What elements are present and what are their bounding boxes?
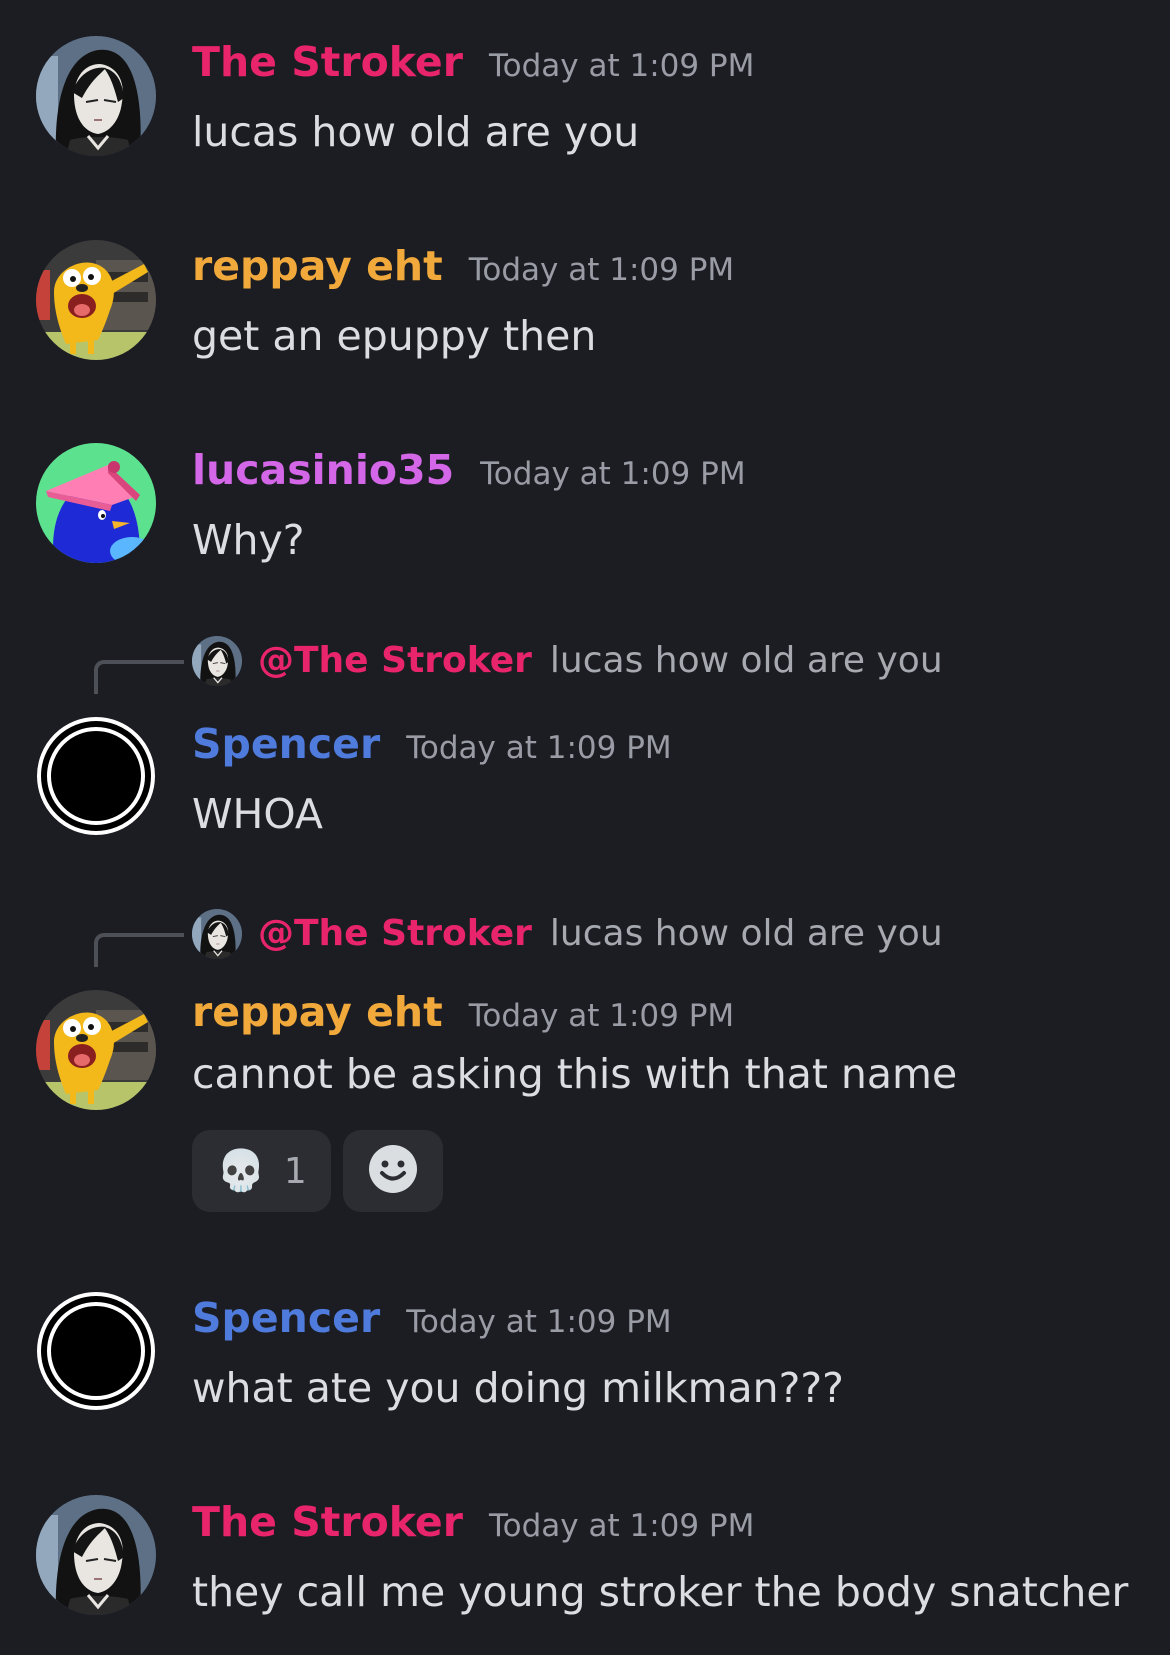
message-header: lucasinio35 Today at 1:09 PM: [192, 446, 746, 494]
message-content: Why?: [192, 516, 305, 564]
message-header: The Stroker Today at 1:09 PM: [192, 1498, 754, 1546]
message-header: reppay eht Today at 1:09 PM: [192, 988, 734, 1036]
reply-author[interactable]: @The Stroker: [258, 640, 532, 681]
reply-preview[interactable]: @The Stroker lucas how old are you: [0, 909, 1170, 969]
reaction-skull[interactable]: 💀 1: [192, 1130, 331, 1212]
message-header: The Stroker Today at 1:09 PM: [192, 38, 754, 86]
timestamp: Today at 1:09 PM: [468, 998, 735, 1034]
author-name[interactable]: The Stroker: [192, 1498, 463, 1546]
anime-girl-avatar: [192, 636, 242, 686]
message-content: cannot be asking this with that name: [192, 1050, 958, 1098]
reply-preview[interactable]: @The Stroker lucas how old are you: [0, 636, 1170, 696]
reaction-count: 1: [283, 1150, 307, 1192]
reply-spine: [94, 933, 184, 967]
smile-icon: [368, 1144, 418, 1198]
timestamp: Today at 1:09 PM: [406, 730, 672, 766]
message-content: lucas how old are you: [192, 108, 640, 156]
message-content: what ate you doing milkman???: [192, 1364, 844, 1412]
reply-author[interactable]: @The Stroker: [258, 913, 532, 954]
timestamp: Today at 1:09 PM: [406, 1304, 672, 1340]
message-content: WHOA: [192, 790, 323, 838]
skull-icon: 💀: [216, 1148, 266, 1194]
author-name[interactable]: Spencer: [192, 1294, 380, 1342]
reply-snippet: lucas how old are you: [549, 913, 943, 954]
timestamp: Today at 1:09 PM: [468, 252, 735, 288]
blue-bird-avatar[interactable]: [36, 443, 156, 563]
black-circle-avatar[interactable]: [36, 1291, 156, 1411]
author-name[interactable]: lucasinio35: [192, 446, 454, 494]
author-name[interactable]: reppay eht: [192, 242, 443, 290]
jake-dog-avatar[interactable]: [36, 240, 156, 360]
anime-girl-avatar: [192, 909, 242, 959]
author-name[interactable]: reppay eht: [192, 988, 443, 1036]
reply-snippet: lucas how old are you: [549, 640, 943, 681]
timestamp: Today at 1:09 PM: [488, 48, 755, 84]
message-header: reppay eht Today at 1:09 PM: [192, 242, 734, 290]
timestamp: Today at 1:09 PM: [480, 456, 746, 492]
message-content: they call me young stroker the body snat…: [192, 1568, 1129, 1616]
anime-girl-avatar[interactable]: [36, 36, 156, 156]
reply-spine: [94, 660, 184, 694]
author-name[interactable]: The Stroker: [192, 38, 463, 86]
author-name[interactable]: Spencer: [192, 720, 380, 768]
black-circle-avatar[interactable]: [36, 716, 156, 836]
message-content: get an epuppy then: [192, 312, 597, 360]
message-header: Spencer Today at 1:09 PM: [192, 1294, 672, 1342]
jake-dog-avatar[interactable]: [36, 990, 156, 1110]
reactions-bar: 💀 1: [192, 1130, 443, 1212]
anime-girl-avatar[interactable]: [36, 1495, 156, 1615]
message-header: Spencer Today at 1:09 PM: [192, 720, 672, 768]
timestamp: Today at 1:09 PM: [488, 1508, 755, 1544]
add-reaction-button[interactable]: [342, 1130, 443, 1212]
